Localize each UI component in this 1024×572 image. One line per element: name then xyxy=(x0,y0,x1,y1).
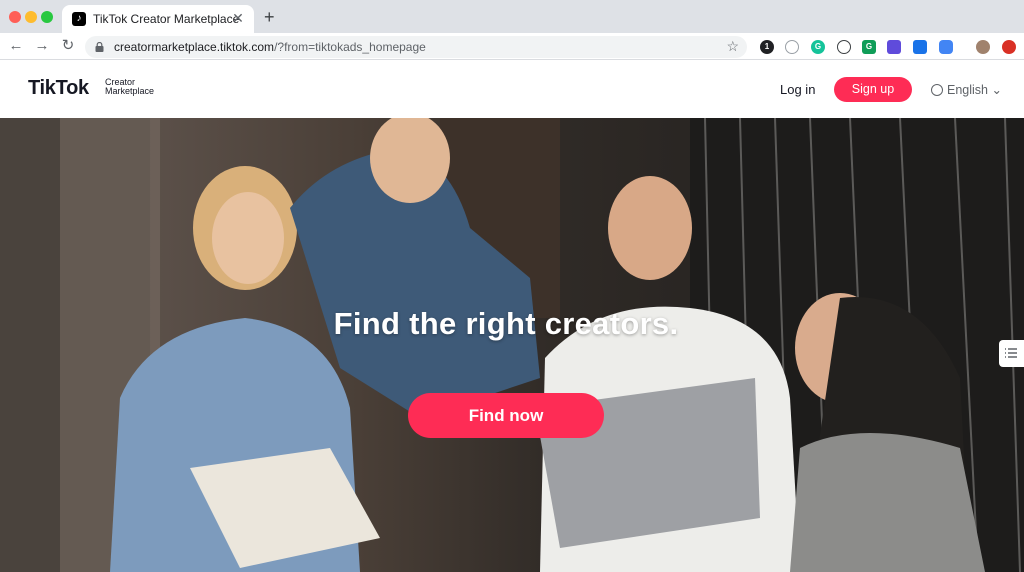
browser-toolbar: ← → ↻ creatormarketplace.tiktok.com/?fro… xyxy=(0,33,1024,60)
site-header: TikTok Creator Marketplace Log in Sign u… xyxy=(0,60,1024,118)
login-link[interactable]: Log in xyxy=(780,82,815,97)
hero-section: Find the right creators. Find now xyxy=(0,118,1024,572)
extension-red-icon[interactable] xyxy=(1002,40,1016,54)
tiktok-favicon-icon: ♪ xyxy=(72,12,86,26)
maximize-window-button[interactable] xyxy=(41,11,53,23)
hero-photo xyxy=(0,118,1024,572)
globe-icon xyxy=(931,84,943,96)
extension-zoom-icon[interactable] xyxy=(939,40,953,54)
browser-tab[interactable]: ♪ TikTok Creator Marketplace ✕ xyxy=(62,5,254,33)
extension-shield-icon[interactable] xyxy=(887,40,901,54)
extension-snowflake-icon[interactable] xyxy=(785,40,799,54)
url-path: /?from=tiktokads_homepage xyxy=(274,40,426,54)
language-label: English xyxy=(947,83,988,97)
chevron-down-icon: ⌄ xyxy=(991,83,1002,97)
url-text: creatormarketplace.tiktok.com/?from=tikt… xyxy=(114,40,426,54)
list-icon xyxy=(1005,348,1017,358)
extension-1-icon[interactable]: 1 xyxy=(760,40,774,54)
find-now-button[interactable]: Find now xyxy=(408,393,604,438)
language-selector[interactable]: English ⌄ xyxy=(931,82,1002,97)
profile-avatar[interactable] xyxy=(976,40,990,54)
extension-check-icon[interactable] xyxy=(837,40,851,54)
hero-title: Find the right creators. xyxy=(333,306,679,341)
extension-grammarly-icon[interactable]: G xyxy=(811,40,825,54)
close-window-button[interactable] xyxy=(9,11,21,23)
browser-tab-bar: ♪ TikTok Creator Marketplace ✕ + xyxy=(0,0,1024,33)
tiktok-logo[interactable]: TikTok Creator Marketplace xyxy=(28,77,154,100)
bookmark-star-icon[interactable]: ☆ xyxy=(726,38,739,55)
back-arrow-icon[interactable]: ← xyxy=(7,37,25,55)
new-tab-icon[interactable]: + xyxy=(264,8,275,26)
forward-arrow-icon[interactable]: → xyxy=(33,37,51,55)
url-host: creatormarketplace.tiktok.com xyxy=(114,40,275,54)
tab-title: TikTok Creator Marketplace xyxy=(93,12,240,26)
side-widget-tab[interactable] xyxy=(999,340,1024,367)
logo-subtitle: Creator Marketplace xyxy=(105,77,155,96)
minimize-window-button[interactable] xyxy=(25,11,37,23)
tab-close-icon[interactable]: ✕ xyxy=(230,10,246,26)
logo-wordmark: TikTok xyxy=(28,77,89,99)
extension-g-icon[interactable]: G xyxy=(862,40,876,54)
address-bar[interactable]: creatormarketplace.tiktok.com/?from=tikt… xyxy=(85,36,747,58)
extension-chart-icon[interactable] xyxy=(913,40,927,54)
lock-icon xyxy=(95,42,104,52)
reload-icon[interactable]: ↻ xyxy=(59,37,77,55)
signup-button[interactable]: Sign up xyxy=(834,77,912,102)
